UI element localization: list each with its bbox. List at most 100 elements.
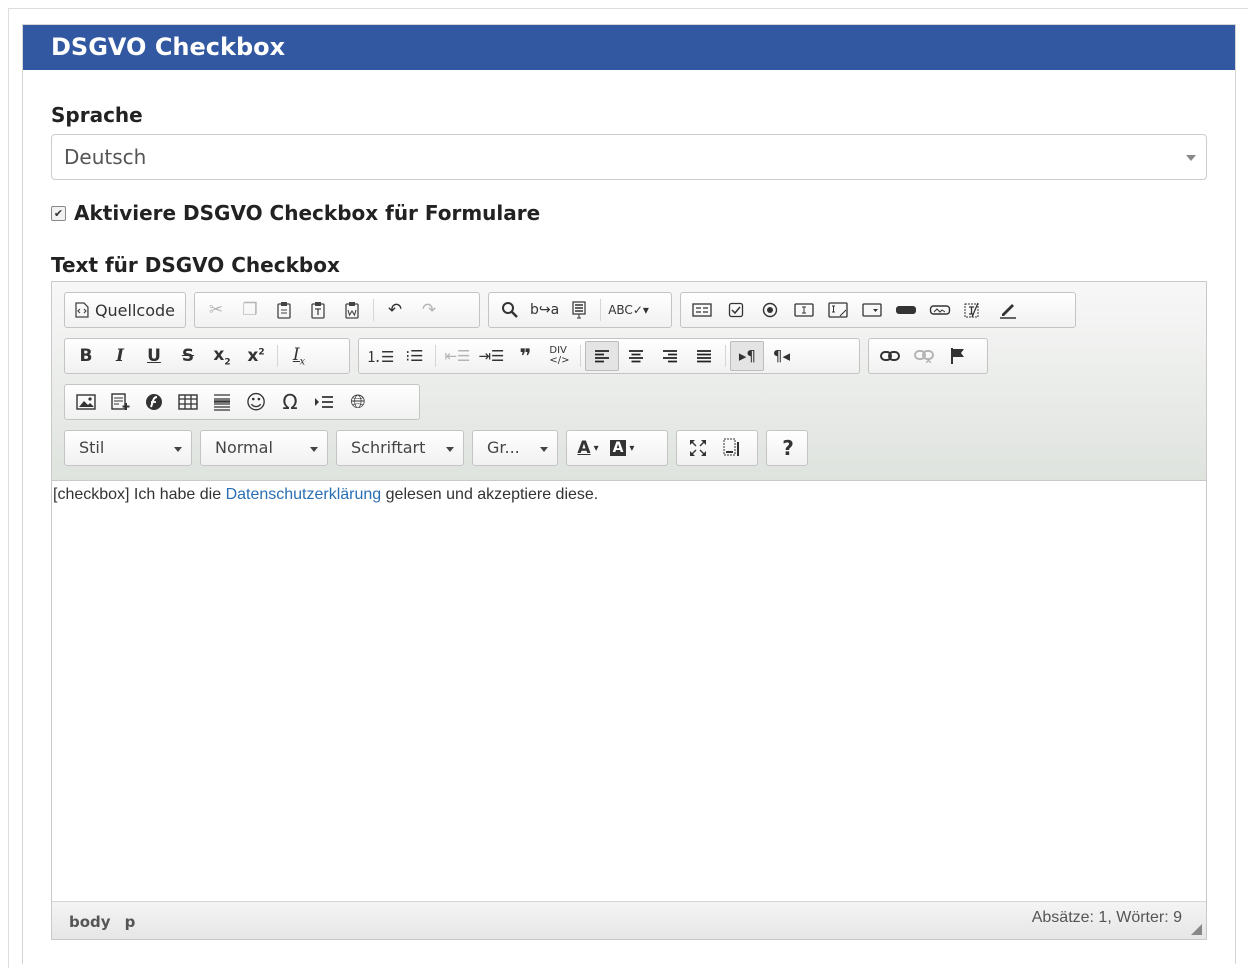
image-icon (76, 394, 96, 410)
numbered-list-icon: ⒈☰ (366, 347, 395, 366)
replace-icon: b↪a (530, 302, 560, 318)
panel-title: DSGVO Checkbox (23, 25, 1235, 70)
paste-text-button[interactable] (301, 295, 335, 325)
indent-button[interactable]: ⇥☰ (474, 341, 508, 371)
align-center-button[interactable] (619, 341, 653, 371)
superscript-button[interactable]: x2 (239, 341, 273, 371)
flash-button[interactable] (137, 387, 171, 417)
bold-button[interactable]: B (69, 341, 103, 371)
search-icon (502, 302, 518, 318)
source-button[interactable]: Quellcode (69, 295, 181, 325)
rtl-icon: ¶◂ (772, 347, 790, 365)
blockquote-button[interactable]: ❞ (508, 341, 542, 371)
path-item-body[interactable]: body (69, 913, 111, 931)
text-direction-ltr-button[interactable]: ▸¶ (730, 341, 765, 371)
special-char-button[interactable]: Ω (273, 387, 307, 417)
font-combo[interactable]: Schriftart (336, 430, 464, 466)
superscript-icon: x2 (247, 346, 265, 366)
smiley-button[interactable]: ☺ (239, 387, 273, 417)
font-size-combo[interactable]: Gr... (472, 430, 558, 466)
page-break-button[interactable] (307, 387, 341, 417)
create-div-icon: DIV </> (549, 345, 570, 366)
textarea-button[interactable] (821, 295, 855, 325)
hidden-field-button[interactable] (957, 295, 991, 325)
replace-button[interactable]: b↪a (527, 295, 562, 325)
source-button-label: Quellcode (94, 300, 175, 320)
remove-format-button[interactable]: Ix (282, 341, 316, 371)
insert-template-button[interactable] (103, 387, 137, 417)
bulleted-list-button[interactable]: ⁝☰ (397, 341, 431, 371)
image-button-field-button[interactable] (923, 295, 957, 325)
editor-content[interactable]: [checkbox] Ich habe die Datenschutzerklä… (52, 480, 1206, 901)
paste-button[interactable] (267, 295, 301, 325)
subscript-button[interactable]: x2 (205, 341, 239, 371)
redo-button[interactable]: ↷ (412, 295, 446, 325)
align-left-icon (595, 350, 610, 363)
path-item-p[interactable]: p (125, 913, 136, 931)
flash-icon (146, 394, 162, 410)
select-all-button[interactable] (562, 295, 596, 325)
resize-handle-icon[interactable] (1191, 924, 1202, 935)
underline-icon: U (147, 346, 161, 366)
format-combo-label: Normal (215, 438, 273, 457)
link-button[interactable] (873, 341, 907, 371)
flag-icon (951, 348, 964, 364)
cut-button[interactable]: ✂ (199, 295, 233, 325)
iframe-button[interactable]: 🌐︎ (341, 387, 375, 417)
unlink-icon (914, 350, 934, 363)
unlink-button[interactable] (907, 341, 941, 371)
word-count: Absätze: 1, Wörter: 9 (1031, 909, 1182, 926)
spellcheck-icon: ABC✓▾ (608, 303, 649, 317)
copy-button[interactable]: ❐ (233, 295, 267, 325)
italic-icon: I (116, 346, 124, 366)
privacy-link[interactable]: Datenschutzerklärung (226, 486, 382, 503)
format-combo[interactable]: Normal (200, 430, 328, 466)
table-button[interactable] (171, 387, 205, 417)
checkbox-field-button[interactable] (719, 295, 753, 325)
activate-checkbox[interactable]: ✔ (51, 205, 66, 221)
smiley-icon: ☺ (245, 390, 267, 414)
toolbar-group-tools (676, 430, 758, 466)
chevron-down-icon (310, 447, 318, 452)
style-combo[interactable]: Stil (64, 430, 192, 466)
toolbar-separator (435, 345, 437, 367)
textfield-button[interactable] (787, 295, 821, 325)
numbered-list-button[interactable]: ⒈☰ (363, 341, 397, 371)
show-blocks-button[interactable] (715, 433, 749, 463)
bg-color-button[interactable]: A ▾ (605, 433, 639, 463)
help-button[interactable]: ? (771, 433, 805, 463)
undo-button[interactable]: ↶ (378, 295, 412, 325)
form-button[interactable] (685, 295, 719, 325)
activate-checkbox-row[interactable]: ✔ Aktiviere DSGVO Checkbox für Formulare (51, 201, 540, 225)
text-color-button[interactable]: A ▾ (571, 433, 605, 463)
anchor-button[interactable] (941, 341, 975, 371)
text-direction-rtl-button[interactable]: ¶◂ (764, 341, 798, 371)
strikethrough-button[interactable]: S (171, 341, 205, 371)
select-field-button[interactable] (855, 295, 889, 325)
create-div-button[interactable]: DIV </> (542, 341, 576, 371)
page-break-icon (315, 396, 333, 408)
radio-field-button[interactable] (753, 295, 787, 325)
maximize-button[interactable] (681, 433, 715, 463)
horizontal-line-button[interactable] (205, 387, 239, 417)
italic-button[interactable]: I (103, 341, 137, 371)
toolbar-group-insert: ☺ Ω 🌐︎ (64, 384, 420, 420)
toolbar-separator (580, 345, 582, 367)
toolbar-separator (725, 345, 727, 367)
underline-button[interactable]: U (137, 341, 171, 371)
image-button[interactable] (69, 387, 103, 417)
spellcheck-button[interactable]: ABC✓▾ (605, 295, 652, 325)
element-path: body p (69, 913, 135, 931)
paste-word-button[interactable] (335, 295, 369, 325)
align-left-button[interactable] (585, 341, 620, 371)
edit-button[interactable] (991, 295, 1025, 325)
outdent-button[interactable]: ⇤☰ (440, 341, 474, 371)
paste-icon (277, 302, 291, 319)
language-select[interactable]: Deutsch (51, 134, 1207, 180)
button-field-button[interactable] (889, 295, 923, 325)
toolbar-group-colors: A ▾ A ▾ (566, 430, 668, 466)
justify-button[interactable] (687, 341, 721, 371)
align-right-button[interactable] (653, 341, 687, 371)
find-button[interactable] (493, 295, 527, 325)
image-button-icon (929, 305, 951, 315)
